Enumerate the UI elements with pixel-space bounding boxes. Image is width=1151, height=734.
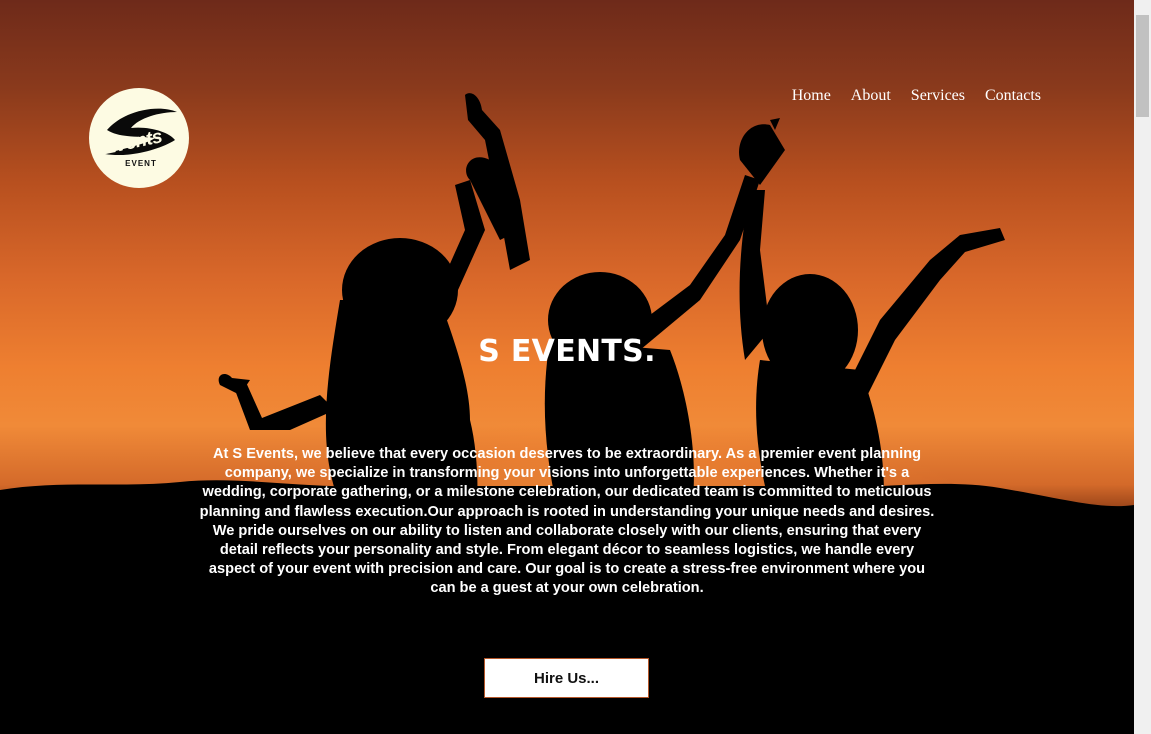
main-nav: Home About Services Contacts — [792, 87, 1041, 105]
hero-description: At S Events, we believe that every occas… — [199, 446, 935, 597]
nav-about-link[interactable]: About — [851, 87, 891, 105]
brand-logo[interactable]: Events EVENT — [89, 88, 189, 188]
vertical-scrollbar[interactable] — [1134, 0, 1151, 734]
nav-home-link[interactable]: Home — [792, 87, 831, 105]
nav-contacts-link[interactable]: Contacts — [985, 87, 1041, 105]
nav-services-link[interactable]: Services — [911, 87, 965, 105]
hero-title: S EVENTS. — [478, 334, 656, 369]
logo-subtitle: EVENT — [125, 159, 157, 168]
hire-us-button[interactable]: Hire Us... — [484, 658, 649, 698]
scrollbar-thumb[interactable] — [1136, 15, 1149, 117]
